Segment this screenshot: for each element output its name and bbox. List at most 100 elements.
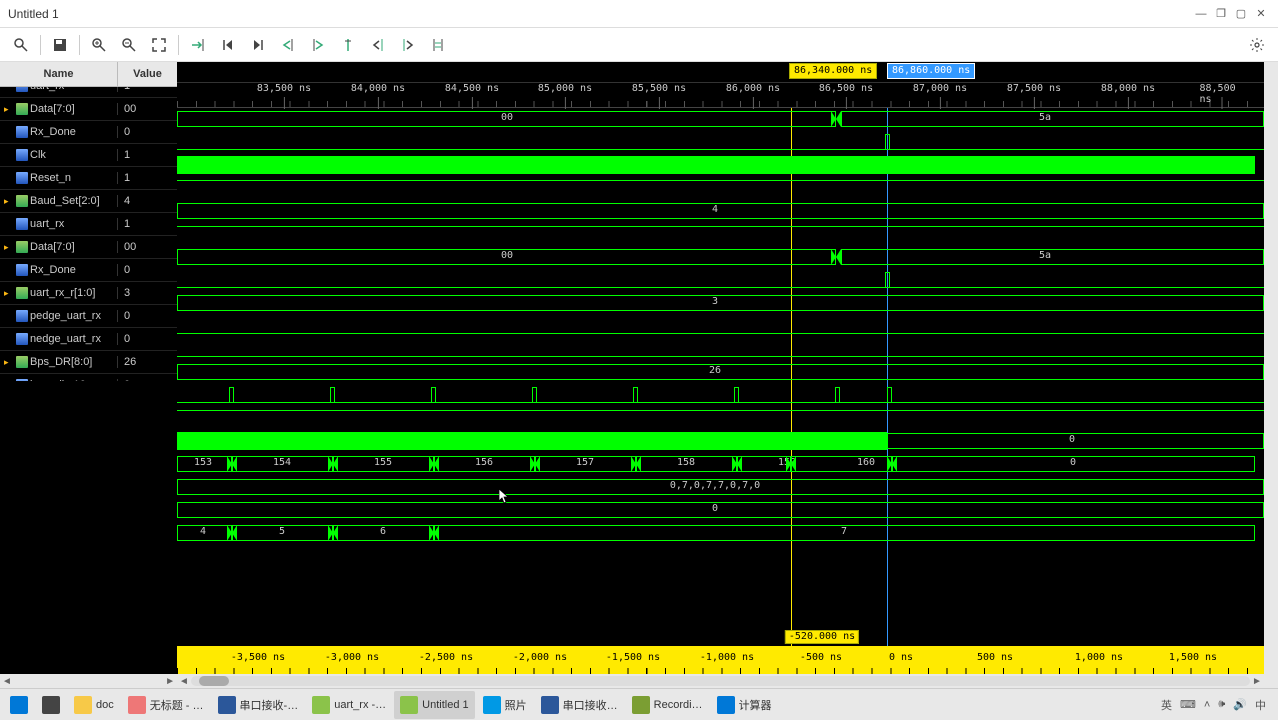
- zoom-fit-icon[interactable]: [146, 32, 172, 58]
- taskbar-item[interactable]: 计算器: [711, 691, 778, 719]
- signal-row[interactable]: ▸Baud_Set[2:0]4: [0, 190, 177, 213]
- signal-row[interactable]: nedge_uart_rx0: [0, 328, 177, 351]
- delta-ruler[interactable]: -520.000 ns -3,500 ns-3,000 ns-2,500 ns-…: [177, 646, 1264, 674]
- wave-icon: [400, 696, 418, 714]
- swap-markers-icon[interactable]: [425, 32, 451, 58]
- system-tray[interactable]: 英 ⌨ ˄ 🕪 🔊 中: [1161, 697, 1274, 713]
- prev-marker-icon[interactable]: [365, 32, 391, 58]
- taskbar-item[interactable]: 照片: [477, 691, 533, 719]
- wave-hscroll[interactable]: ◄ ►: [177, 674, 1264, 688]
- wave-lane[interactable]: 4567: [177, 522, 1264, 545]
- taskbar-item[interactable]: Recordi…: [626, 691, 709, 719]
- taskbar-item[interactable]: 无标题 - …: [122, 691, 210, 719]
- signal-list[interactable]: uart_rx1▸Data[7:0]00Rx_Done0Clk1Reset_n1…: [0, 87, 177, 381]
- wave-lane[interactable]: [177, 269, 1264, 292]
- yellow-marker-label[interactable]: 86,340.000 ns: [789, 63, 877, 79]
- calc-icon: [717, 696, 735, 714]
- tray-chevron-icon[interactable]: ˄: [1204, 699, 1210, 711]
- wave-lane[interactable]: 26: [177, 361, 1264, 384]
- wave-lane[interactable]: [177, 407, 1264, 430]
- signal-row[interactable]: ▸Bps_DR[8:0]26: [0, 351, 177, 374]
- signal-value: 0: [118, 264, 177, 276]
- value-column-header[interactable]: Value: [118, 62, 177, 86]
- waveform-area[interactable]: 86,340.000 ns 86,860.000 ns 83,500 ns84,…: [177, 62, 1264, 688]
- taskbar-item[interactable]: 串口接收-…: [212, 691, 305, 719]
- taskbar-item[interactable]: doc: [68, 691, 120, 719]
- signal-name: Rx_Done: [30, 126, 76, 138]
- expand-icon[interactable]: ▸: [4, 357, 14, 368]
- next-trans-icon[interactable]: [305, 32, 331, 58]
- signal-row[interactable]: ▸Data[7:0]00: [0, 236, 177, 259]
- signal-row[interactable]: Reset_n1: [0, 167, 177, 190]
- signal-row[interactable]: Rx_Done0: [0, 121, 177, 144]
- search-icon[interactable]: [8, 32, 34, 58]
- wave-lane[interactable]: [177, 315, 1264, 338]
- wave-lane[interactable]: [177, 223, 1264, 246]
- minimize-button[interactable]: —: [1192, 6, 1210, 22]
- add-marker-icon[interactable]: [335, 32, 361, 58]
- scroll-track[interactable]: [191, 676, 1250, 686]
- taskbar-item[interactable]: [4, 691, 34, 719]
- wave-lane[interactable]: 4: [177, 200, 1264, 223]
- wire-icon: [16, 264, 28, 276]
- expand-icon[interactable]: ▸: [4, 196, 14, 207]
- goto-last-icon[interactable]: [245, 32, 271, 58]
- signal-row[interactable]: Rx_Done0: [0, 259, 177, 282]
- signal-row[interactable]: ▸Data[7:0]00: [0, 98, 177, 121]
- tray-lang-icon[interactable]: 中: [1255, 697, 1266, 713]
- prev-trans-icon[interactable]: [275, 32, 301, 58]
- ruler-tick: 88,500 ns: [1200, 83, 1243, 105]
- tray-network-icon[interactable]: 🕪: [1218, 698, 1225, 711]
- signal-row[interactable]: Clk1: [0, 144, 177, 167]
- restore-button[interactable]: ❐: [1212, 6, 1230, 22]
- signal-row[interactable]: uart_rx1: [0, 213, 177, 236]
- signal-row[interactable]: pedge_uart_rx0: [0, 305, 177, 328]
- wave-lane[interactable]: [177, 338, 1264, 361]
- wave-canvas[interactable]: 005a4005a326015315415515615715815916000,…: [177, 108, 1264, 646]
- zoom-in-icon[interactable]: [86, 32, 112, 58]
- wave-lane[interactable]: 0,7,0,7,7,0,7,0: [177, 476, 1264, 499]
- bus-icon: [16, 356, 28, 368]
- expand-icon[interactable]: ▸: [4, 104, 14, 115]
- delta-tick: 500 ns: [977, 652, 1013, 663]
- save-icon[interactable]: [47, 32, 73, 58]
- name-column-header[interactable]: Name: [0, 62, 118, 86]
- wave-lane[interactable]: 0: [177, 430, 1264, 453]
- time-ruler[interactable]: 83,500 ns84,000 ns84,500 ns85,000 ns85,5…: [177, 82, 1264, 108]
- settings-icon[interactable]: [1244, 32, 1270, 58]
- taskbar-item[interactable]: 串口接收…: [535, 691, 624, 719]
- taskbar-item[interactable]: [36, 691, 66, 719]
- tray-input-icon[interactable]: ⌨: [1180, 698, 1196, 711]
- tray-volume-icon[interactable]: 🔊: [1233, 698, 1247, 711]
- expand-icon[interactable]: ▸: [4, 242, 14, 253]
- wire-icon: [16, 126, 28, 138]
- blue-marker-label[interactable]: 86,860.000 ns: [887, 63, 975, 79]
- delta-tick: -2,500 ns: [419, 652, 473, 663]
- wave-lane[interactable]: [177, 384, 1264, 407]
- wave-lane[interactable]: 005a: [177, 246, 1264, 269]
- wave-vscroll[interactable]: [1264, 62, 1278, 688]
- wave-lane[interactable]: 005a: [177, 108, 1264, 131]
- zoom-out-icon[interactable]: [116, 32, 142, 58]
- signal-row[interactable]: ▸uart_rx_r[1:0]3: [0, 282, 177, 305]
- wave-lane[interactable]: 3: [177, 292, 1264, 315]
- scroll-thumb[interactable]: [199, 676, 229, 686]
- next-marker-icon[interactable]: [395, 32, 421, 58]
- taskbar-item[interactable]: uart_rx -…: [306, 691, 392, 719]
- expand-icon[interactable]: ▸: [4, 288, 14, 299]
- maximize-button[interactable]: ▢: [1232, 6, 1250, 22]
- wave-lane[interactable]: 1531541551561571581591600: [177, 453, 1264, 476]
- close-button[interactable]: ✕: [1252, 6, 1270, 22]
- panel-hscroll[interactable]: ◄►: [0, 674, 177, 688]
- goto-cursor-icon[interactable]: [185, 32, 211, 58]
- wave-lane[interactable]: [177, 131, 1264, 154]
- scroll-right-icon[interactable]: ►: [1250, 676, 1264, 687]
- taskbar-item[interactable]: Untitled 1: [394, 691, 474, 719]
- wave-lane[interactable]: 0: [177, 499, 1264, 522]
- signal-row[interactable]: uart_rx1: [0, 87, 177, 98]
- wave-lane[interactable]: [177, 154, 1264, 177]
- tray-ime-icon[interactable]: 英: [1161, 697, 1172, 713]
- wave-lane[interactable]: [177, 177, 1264, 200]
- goto-first-icon[interactable]: [215, 32, 241, 58]
- scroll-left-icon[interactable]: ◄: [177, 676, 191, 687]
